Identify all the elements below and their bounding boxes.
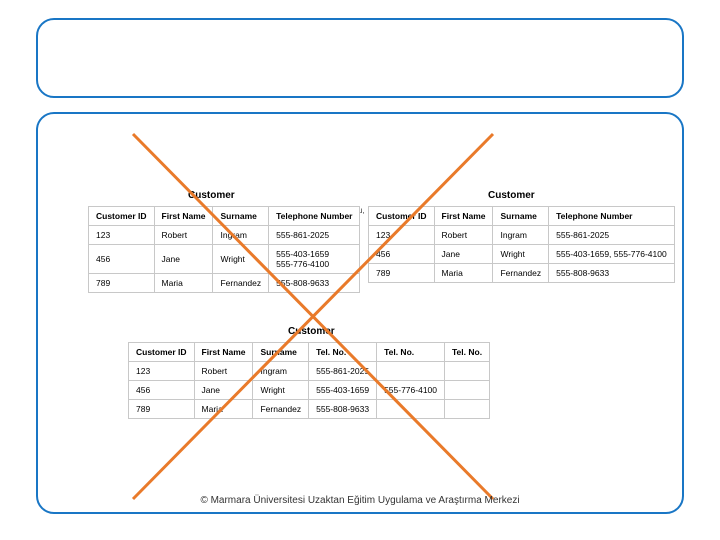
table-row: 456JaneWright555-403-1659555-776-4100 [89, 245, 360, 274]
footer-text: © Marmara Üniversitesi Uzaktan Eğitim Uy… [38, 495, 682, 506]
table-cell: Robert [194, 362, 253, 381]
table-cell: Wright [253, 381, 309, 400]
table-bottom: Customer IDFirst NameSurnameTel. No.Tel.… [128, 342, 490, 419]
table-row: 123RobertIngram555-861-2025 [89, 226, 360, 245]
table-cell: 789 [369, 264, 435, 283]
caption-right: Customer [488, 190, 535, 201]
table-cell: 555-403-1659 [309, 381, 377, 400]
table-cell: 555-403-1659555-776-4100 [269, 245, 360, 274]
column-header: Surname [253, 343, 309, 362]
table-row: 456JaneWright555-403-1659555-776-4100 [129, 381, 490, 400]
table-cell: Robert [434, 226, 493, 245]
table-cell [445, 362, 490, 381]
column-header: First Name [434, 207, 493, 226]
table-row: 123RobertIngram555-861-2025 [129, 362, 490, 381]
table-cell: Ingram [213, 226, 269, 245]
caption-bottom: Customer [288, 326, 335, 337]
cross-overlay [38, 114, 686, 516]
table-row: 789MariaFernandez555-808-9633 [89, 274, 360, 293]
bottom-panel: u u, Customer Customer Customer Customer… [36, 112, 684, 514]
column-header: Tel. No. [377, 343, 445, 362]
table-row: 456JaneWright555-403-1659, 555-776-4100 [369, 245, 675, 264]
table-cell: Maria [154, 274, 213, 293]
table-cell [445, 381, 490, 400]
table-cell: Ingram [493, 226, 549, 245]
table-cell: Wright [493, 245, 549, 264]
table-cell: Maria [434, 264, 493, 283]
column-header: Customer ID [89, 207, 155, 226]
table-cell: Jane [434, 245, 493, 264]
table-cell: 456 [129, 381, 195, 400]
table-cell: Wright [213, 245, 269, 274]
table-cell: Robert [154, 226, 213, 245]
table-cell: 456 [369, 245, 435, 264]
column-header: First Name [194, 343, 253, 362]
column-header: First Name [154, 207, 213, 226]
column-header: Tel. No. [445, 343, 490, 362]
table-cell: Jane [154, 245, 213, 274]
column-header: Customer ID [369, 207, 435, 226]
table-cell [445, 400, 490, 419]
table-cell: Jane [194, 381, 253, 400]
table-right: Customer IDFirst NameSurnameTelephone Nu… [368, 206, 675, 283]
table-cell: Fernandez [253, 400, 309, 419]
table-cell: Ingram [253, 362, 309, 381]
column-header: Surname [213, 207, 269, 226]
top-panel [36, 18, 684, 98]
table-cell: 123 [369, 226, 435, 245]
table-cell: 555-808-9633 [309, 400, 377, 419]
table-row: 789MariaFernandez555-808-9633 [369, 264, 675, 283]
column-header: Tel. No. [309, 343, 377, 362]
column-header: Telephone Number [269, 207, 360, 226]
table-cell: 555-861-2025 [549, 226, 675, 245]
table-cell: Fernandez [493, 264, 549, 283]
column-header: Customer ID [129, 343, 195, 362]
caption-left: Customer [188, 190, 235, 201]
table-cell: 555-861-2025 [269, 226, 360, 245]
table-cell: Maria [194, 400, 253, 419]
table-cell: 555-861-2025 [309, 362, 377, 381]
table-left: Customer IDFirst NameSurnameTelephone Nu… [88, 206, 360, 293]
table-cell: 789 [89, 274, 155, 293]
table-cell: Fernandez [213, 274, 269, 293]
table-row: 789MariaFernandez555-808-9633 [129, 400, 490, 419]
table-cell: 555-808-9633 [269, 274, 360, 293]
table-cell: 123 [89, 226, 155, 245]
table-cell: 789 [129, 400, 195, 419]
table-cell: 555-403-1659, 555-776-4100 [549, 245, 675, 264]
table-cell: 456 [89, 245, 155, 274]
table-row: 123RobertIngram555-861-2025 [369, 226, 675, 245]
table-cell: 555-776-4100 [377, 381, 445, 400]
table-cell [377, 400, 445, 419]
table-cell: 123 [129, 362, 195, 381]
table-cell: 555-808-9633 [549, 264, 675, 283]
column-header: Telephone Number [549, 207, 675, 226]
column-header: Surname [493, 207, 549, 226]
table-cell [377, 362, 445, 381]
